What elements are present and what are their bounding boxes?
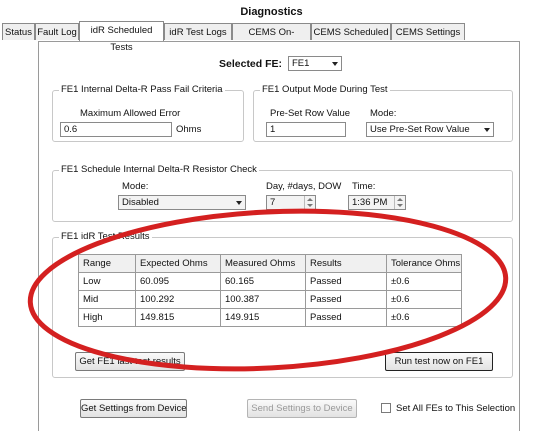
schedule-mode-value: Disabled [122, 197, 159, 208]
get-last-results-button[interactable]: Get FE1 last test results [75, 352, 185, 371]
schedule-mode-label: Mode: [122, 181, 149, 192]
tab-idr-test-logs[interactable]: idR Test Logs [164, 23, 232, 40]
selected-fe-label: Selected FE: [219, 58, 283, 70]
table-cell: Mid [78, 290, 136, 309]
output-mode-label: Mode: [370, 108, 397, 119]
table-row: Mid 100.292 100.387 Passed ±0.6 [78, 290, 462, 309]
table-cell: ±0.6 [386, 272, 462, 291]
max-error-input[interactable]: 0.6 [60, 122, 172, 137]
output-mode-title: FE1 Output Mode During Test [260, 84, 390, 95]
output-mode-value: Use Pre-Set Row Value [370, 124, 470, 135]
preset-row-label: Pre-Set Row Value [270, 108, 351, 119]
tab-cems-on-demand[interactable]: CEMS On-Demand [232, 23, 311, 55]
chevron-down-icon [484, 128, 490, 132]
selected-fe-dropdown[interactable]: FE1 [288, 56, 342, 71]
table-cell: 60.095 [135, 272, 221, 291]
column-header-tolerance: Tolerance Ohms [386, 254, 462, 273]
preset-row-input[interactable]: 1 [266, 122, 346, 137]
time-label: Time: [352, 181, 376, 192]
time-value: 1:36 PM [352, 197, 388, 208]
output-mode-dropdown[interactable]: Use Pre-Set Row Value [366, 122, 494, 137]
table-row: Low 60.095 60.165 Passed ±0.6 [78, 272, 462, 291]
table-row: High 149.815 149.915 Passed ±0.6 [78, 308, 462, 327]
send-settings-button[interactable]: Send Settings to Device [247, 399, 357, 418]
table-cell: Low [78, 272, 136, 291]
run-test-now-button[interactable]: Run test now on FE1 [385, 352, 493, 371]
time-spinner[interactable]: 1:36 PM [348, 195, 406, 210]
table-cell: 60.165 [220, 272, 306, 291]
table-cell: Passed [305, 290, 387, 309]
day-value: 7 [270, 197, 276, 208]
table-cell: ±0.6 [386, 308, 462, 327]
table-cell: High [78, 308, 136, 327]
window-title: Diagnostics [240, 6, 303, 18]
chevron-down-icon [332, 62, 338, 66]
schedule-mode-dropdown[interactable]: Disabled [118, 195, 246, 210]
tab-idr-scheduled-tests[interactable]: idR Scheduled Tests [79, 21, 164, 53]
day-spinner[interactable]: 7 [266, 195, 316, 210]
spinner-arrows-icon[interactable] [304, 196, 315, 209]
get-settings-button[interactable]: Get Settings from Device [80, 399, 187, 418]
tab-status[interactable]: Status [2, 23, 35, 40]
table-header-row: Range Expected Ohms Measured Ohms Result… [78, 254, 462, 273]
table-cell: 100.387 [220, 290, 306, 309]
table-cell: Passed [305, 272, 387, 291]
table-cell: 100.292 [135, 290, 221, 309]
table-cell: 149.915 [220, 308, 306, 327]
column-header-range: Range [78, 254, 136, 273]
table-cell: Passed [305, 308, 387, 327]
spinner-arrows-icon[interactable] [394, 196, 405, 209]
tab-fault-log[interactable]: Fault Log [35, 23, 79, 40]
chevron-down-icon [236, 201, 242, 205]
column-header-measured: Measured Ohms [220, 254, 306, 273]
table-cell: ±0.6 [386, 290, 462, 309]
results-table: Range Expected Ohms Measured Ohms Result… [78, 254, 462, 327]
table-cell: 149.815 [135, 308, 221, 327]
max-error-label: Maximum Allowed Error [80, 108, 181, 119]
day-label: Day, #days, DOW [266, 181, 342, 192]
results-title: FE1 idR Test Results [59, 231, 152, 242]
pass-fail-title: FE1 Internal Delta-R Pass Fail Criteria [59, 84, 225, 95]
schedule-title: FE1 Schedule Internal Delta-R Resistor C… [59, 164, 259, 175]
tab-cems-settings[interactable]: CEMS Settings [391, 23, 465, 40]
selected-fe-value: FE1 [292, 58, 310, 69]
column-header-results: Results [305, 254, 387, 273]
set-all-fes-checkbox[interactable] [381, 403, 391, 413]
max-error-unit: Ohms [176, 124, 202, 135]
set-all-fes-label: Set All FEs to This Selection [396, 403, 516, 414]
column-header-expected: Expected Ohms [135, 254, 221, 273]
tab-cems-scheduled[interactable]: CEMS Scheduled [311, 23, 391, 40]
